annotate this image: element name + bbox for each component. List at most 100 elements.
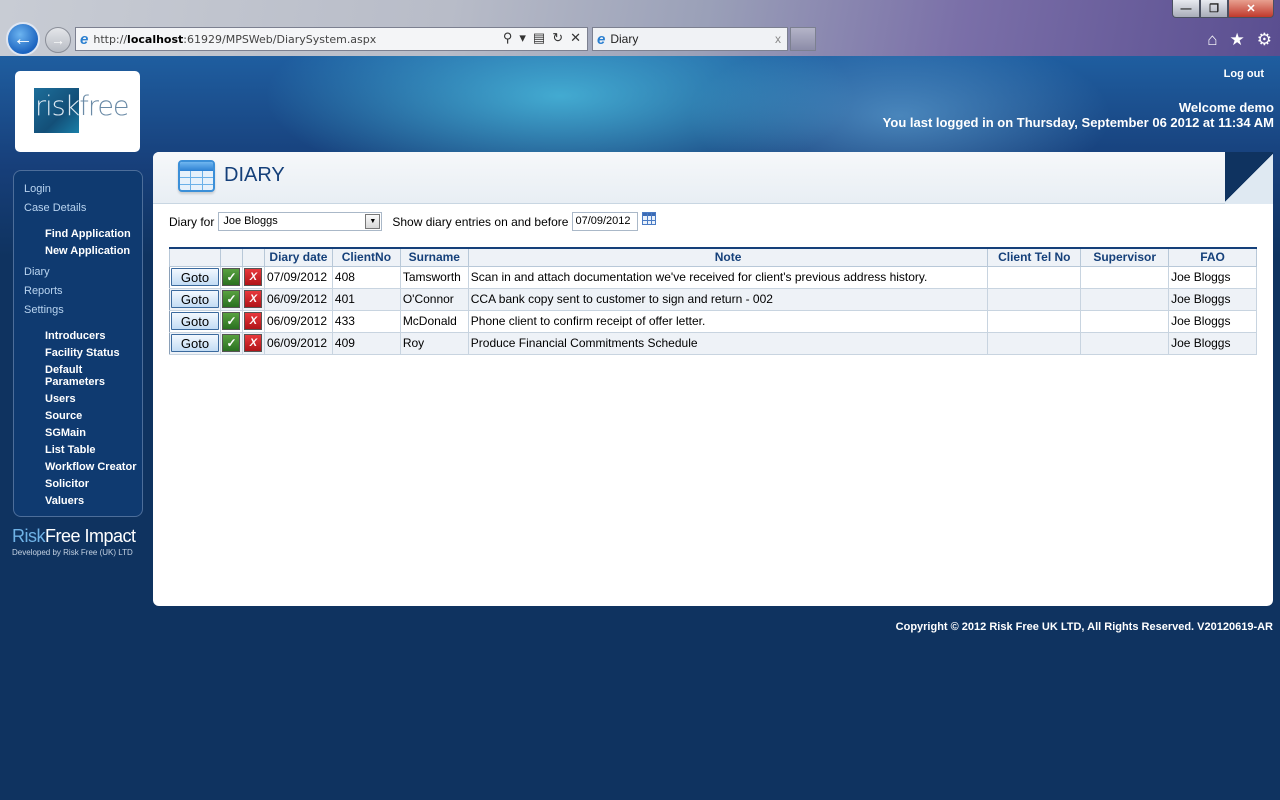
complete-cell: ✓ xyxy=(220,309,243,333)
copyright-footer: Copyright © 2012 Risk Free UK LTD, All R… xyxy=(895,621,1273,633)
sidebar-item-settings[interactable]: Settings xyxy=(14,304,142,323)
sidebar-item-login[interactable]: Login xyxy=(14,183,142,202)
date-picker-icon[interactable] xyxy=(642,212,657,225)
sidebar-item-workflow-creator[interactable]: Workflow Creator xyxy=(14,461,142,473)
delete-x-icon[interactable]: X xyxy=(244,312,263,330)
arrow-left-icon: ← xyxy=(13,27,33,50)
window-controls: — ❐ ✕ xyxy=(1172,0,1274,18)
sidebar: Login Case Details Find Application New … xyxy=(13,170,143,517)
diary-table: Diary date ClientNo Surname Note Client … xyxy=(169,247,1257,355)
checkmark-icon[interactable]: ✓ xyxy=(222,312,241,330)
surname-cell: Roy xyxy=(399,331,469,355)
fao-cell: Joe Bloggs xyxy=(1168,287,1257,311)
goto-button[interactable]: Goto xyxy=(171,312,219,330)
delete-x-icon[interactable]: X xyxy=(244,268,263,286)
diary-for-select[interactable]: Joe Bloggs ▼ xyxy=(218,212,383,231)
sidebar-item-facility-status[interactable]: Facility Status xyxy=(14,347,142,359)
delete-cell: X xyxy=(241,331,265,355)
delete-cell: X xyxy=(241,309,265,333)
chevron-down-icon[interactable]: ▾ xyxy=(519,30,526,46)
sidebar-item-diary[interactable]: Diary xyxy=(14,266,142,285)
delete-x-icon[interactable]: X xyxy=(244,290,263,308)
surname-cell: Tamsworth xyxy=(399,265,469,289)
col-header-complete xyxy=(220,247,243,267)
brand-subtitle: Developed by Risk Free (UK) LTD xyxy=(12,548,133,557)
sidebar-item-find-application[interactable]: Find Application xyxy=(14,228,142,240)
url-text[interactable]: http://localhost:61929/MPSWeb/DiarySyste… xyxy=(93,33,376,46)
back-button[interactable]: ← xyxy=(6,22,40,56)
col-header-note[interactable]: Note xyxy=(467,247,989,267)
minimize-button[interactable]: — xyxy=(1172,0,1200,18)
refresh-icon[interactable]: ↻ xyxy=(552,30,563,46)
sidebar-item-new-application[interactable]: New Application xyxy=(14,245,142,257)
col-header-client-no[interactable]: ClientNo xyxy=(331,247,401,267)
address-bar[interactable]: e http://localhost:61929/MPSWeb/DiarySys… xyxy=(75,27,588,51)
complete-cell: ✓ xyxy=(220,287,243,311)
col-header-client-tel[interactable]: Client Tel No xyxy=(987,247,1082,267)
surname-cell: O'Connor xyxy=(399,287,469,311)
close-window-button[interactable]: ✕ xyxy=(1228,0,1274,18)
note-cell: Phone client to confirm receipt of offer… xyxy=(467,309,989,333)
date-input[interactable]: 07/09/2012 xyxy=(572,212,639,231)
new-tab-button[interactable] xyxy=(790,27,816,51)
col-header-delete xyxy=(241,247,265,267)
sidebar-item-source[interactable]: Source xyxy=(14,410,142,422)
sidebar-item-users[interactable]: Users xyxy=(14,393,142,405)
sidebar-item-sgmain[interactable]: SGMain xyxy=(14,427,142,439)
stop-icon[interactable]: ✕ xyxy=(570,30,581,46)
diary-filters: Diary for Joe Bloggs ▼ Show diary entrie… xyxy=(169,212,657,231)
diary-panel: DIARY Diary for Joe Bloggs ▼ Show diary … xyxy=(153,152,1273,606)
table-header-row: Diary date ClientNo Surname Note Client … xyxy=(169,247,1257,267)
checkmark-icon[interactable]: ✓ xyxy=(222,268,241,286)
col-header-diary-date[interactable]: Diary date xyxy=(263,247,333,267)
home-icon[interactable]: ⌂ xyxy=(1207,30,1217,50)
star-icon[interactable]: ★ xyxy=(1230,30,1245,50)
sidebar-item-list-table[interactable]: List Table xyxy=(14,444,142,456)
search-icon[interactable]: ⚲ xyxy=(503,30,513,46)
sidebar-item-default-parameters[interactable]: Default Parameters xyxy=(14,364,105,388)
client-no-cell: 408 xyxy=(331,265,401,289)
goto-button[interactable]: Goto xyxy=(171,334,219,352)
goto-cell: Goto xyxy=(169,287,221,311)
col-header-supervisor[interactable]: Supervisor xyxy=(1080,247,1170,267)
note-cell: CCA bank copy sent to customer to sign a… xyxy=(467,287,989,311)
client-no-cell: 401 xyxy=(331,287,401,311)
page-fold-decoration xyxy=(1225,152,1273,204)
delete-cell: X xyxy=(241,287,265,311)
logout-link[interactable]: Log out xyxy=(1224,68,1264,80)
goto-button[interactable]: Goto xyxy=(171,290,219,308)
dropdown-arrow-icon[interactable]: ▼ xyxy=(365,214,381,229)
forward-button[interactable]: → xyxy=(45,27,71,53)
supervisor-cell xyxy=(1080,265,1170,289)
logo[interactable]: riskfree xyxy=(15,71,140,152)
surname-cell: McDonald xyxy=(399,309,469,333)
table-row: Goto ✓ X 07/09/2012 408 Tamsworth Scan i… xyxy=(169,265,1257,289)
col-header-fao[interactable]: FAO xyxy=(1168,247,1257,267)
delete-x-icon[interactable]: X xyxy=(244,334,263,352)
gear-icon[interactable]: ⚙ xyxy=(1257,30,1272,50)
welcome-text: Welcome demo xyxy=(1178,100,1274,115)
sidebar-item-introducers[interactable]: Introducers xyxy=(14,330,142,342)
checkmark-icon[interactable]: ✓ xyxy=(222,290,241,308)
sidebar-item-case-details[interactable]: Case Details xyxy=(14,202,142,221)
brand-name: RiskFree Impact xyxy=(12,526,136,546)
tab-close-icon[interactable]: x xyxy=(775,32,781,46)
sidebar-item-solicitor[interactable]: Solicitor xyxy=(14,478,142,490)
restore-button[interactable]: ❐ xyxy=(1200,0,1228,18)
complete-cell: ✓ xyxy=(220,331,243,355)
sidebar-item-valuers[interactable]: Valuers xyxy=(14,495,142,507)
diary-date-cell: 06/09/2012 xyxy=(263,309,333,333)
note-cell: Scan in and attach documentation we've r… xyxy=(467,265,989,289)
sidebar-item-reports[interactable]: Reports xyxy=(14,285,142,304)
ie-icon: e xyxy=(80,30,89,48)
tab-diary[interactable]: e Diary x xyxy=(592,27,788,51)
arrow-right-icon: → xyxy=(51,32,65,48)
goto-button[interactable]: Goto xyxy=(171,268,219,286)
client-tel-cell xyxy=(987,287,1082,311)
tab-title: Diary xyxy=(610,32,639,46)
client-no-cell: 433 xyxy=(331,309,401,333)
compatibility-view-icon[interactable]: ▤ xyxy=(533,30,545,46)
fao-cell: Joe Bloggs xyxy=(1168,265,1257,289)
checkmark-icon[interactable]: ✓ xyxy=(222,334,241,352)
col-header-surname[interactable]: Surname xyxy=(399,247,469,267)
